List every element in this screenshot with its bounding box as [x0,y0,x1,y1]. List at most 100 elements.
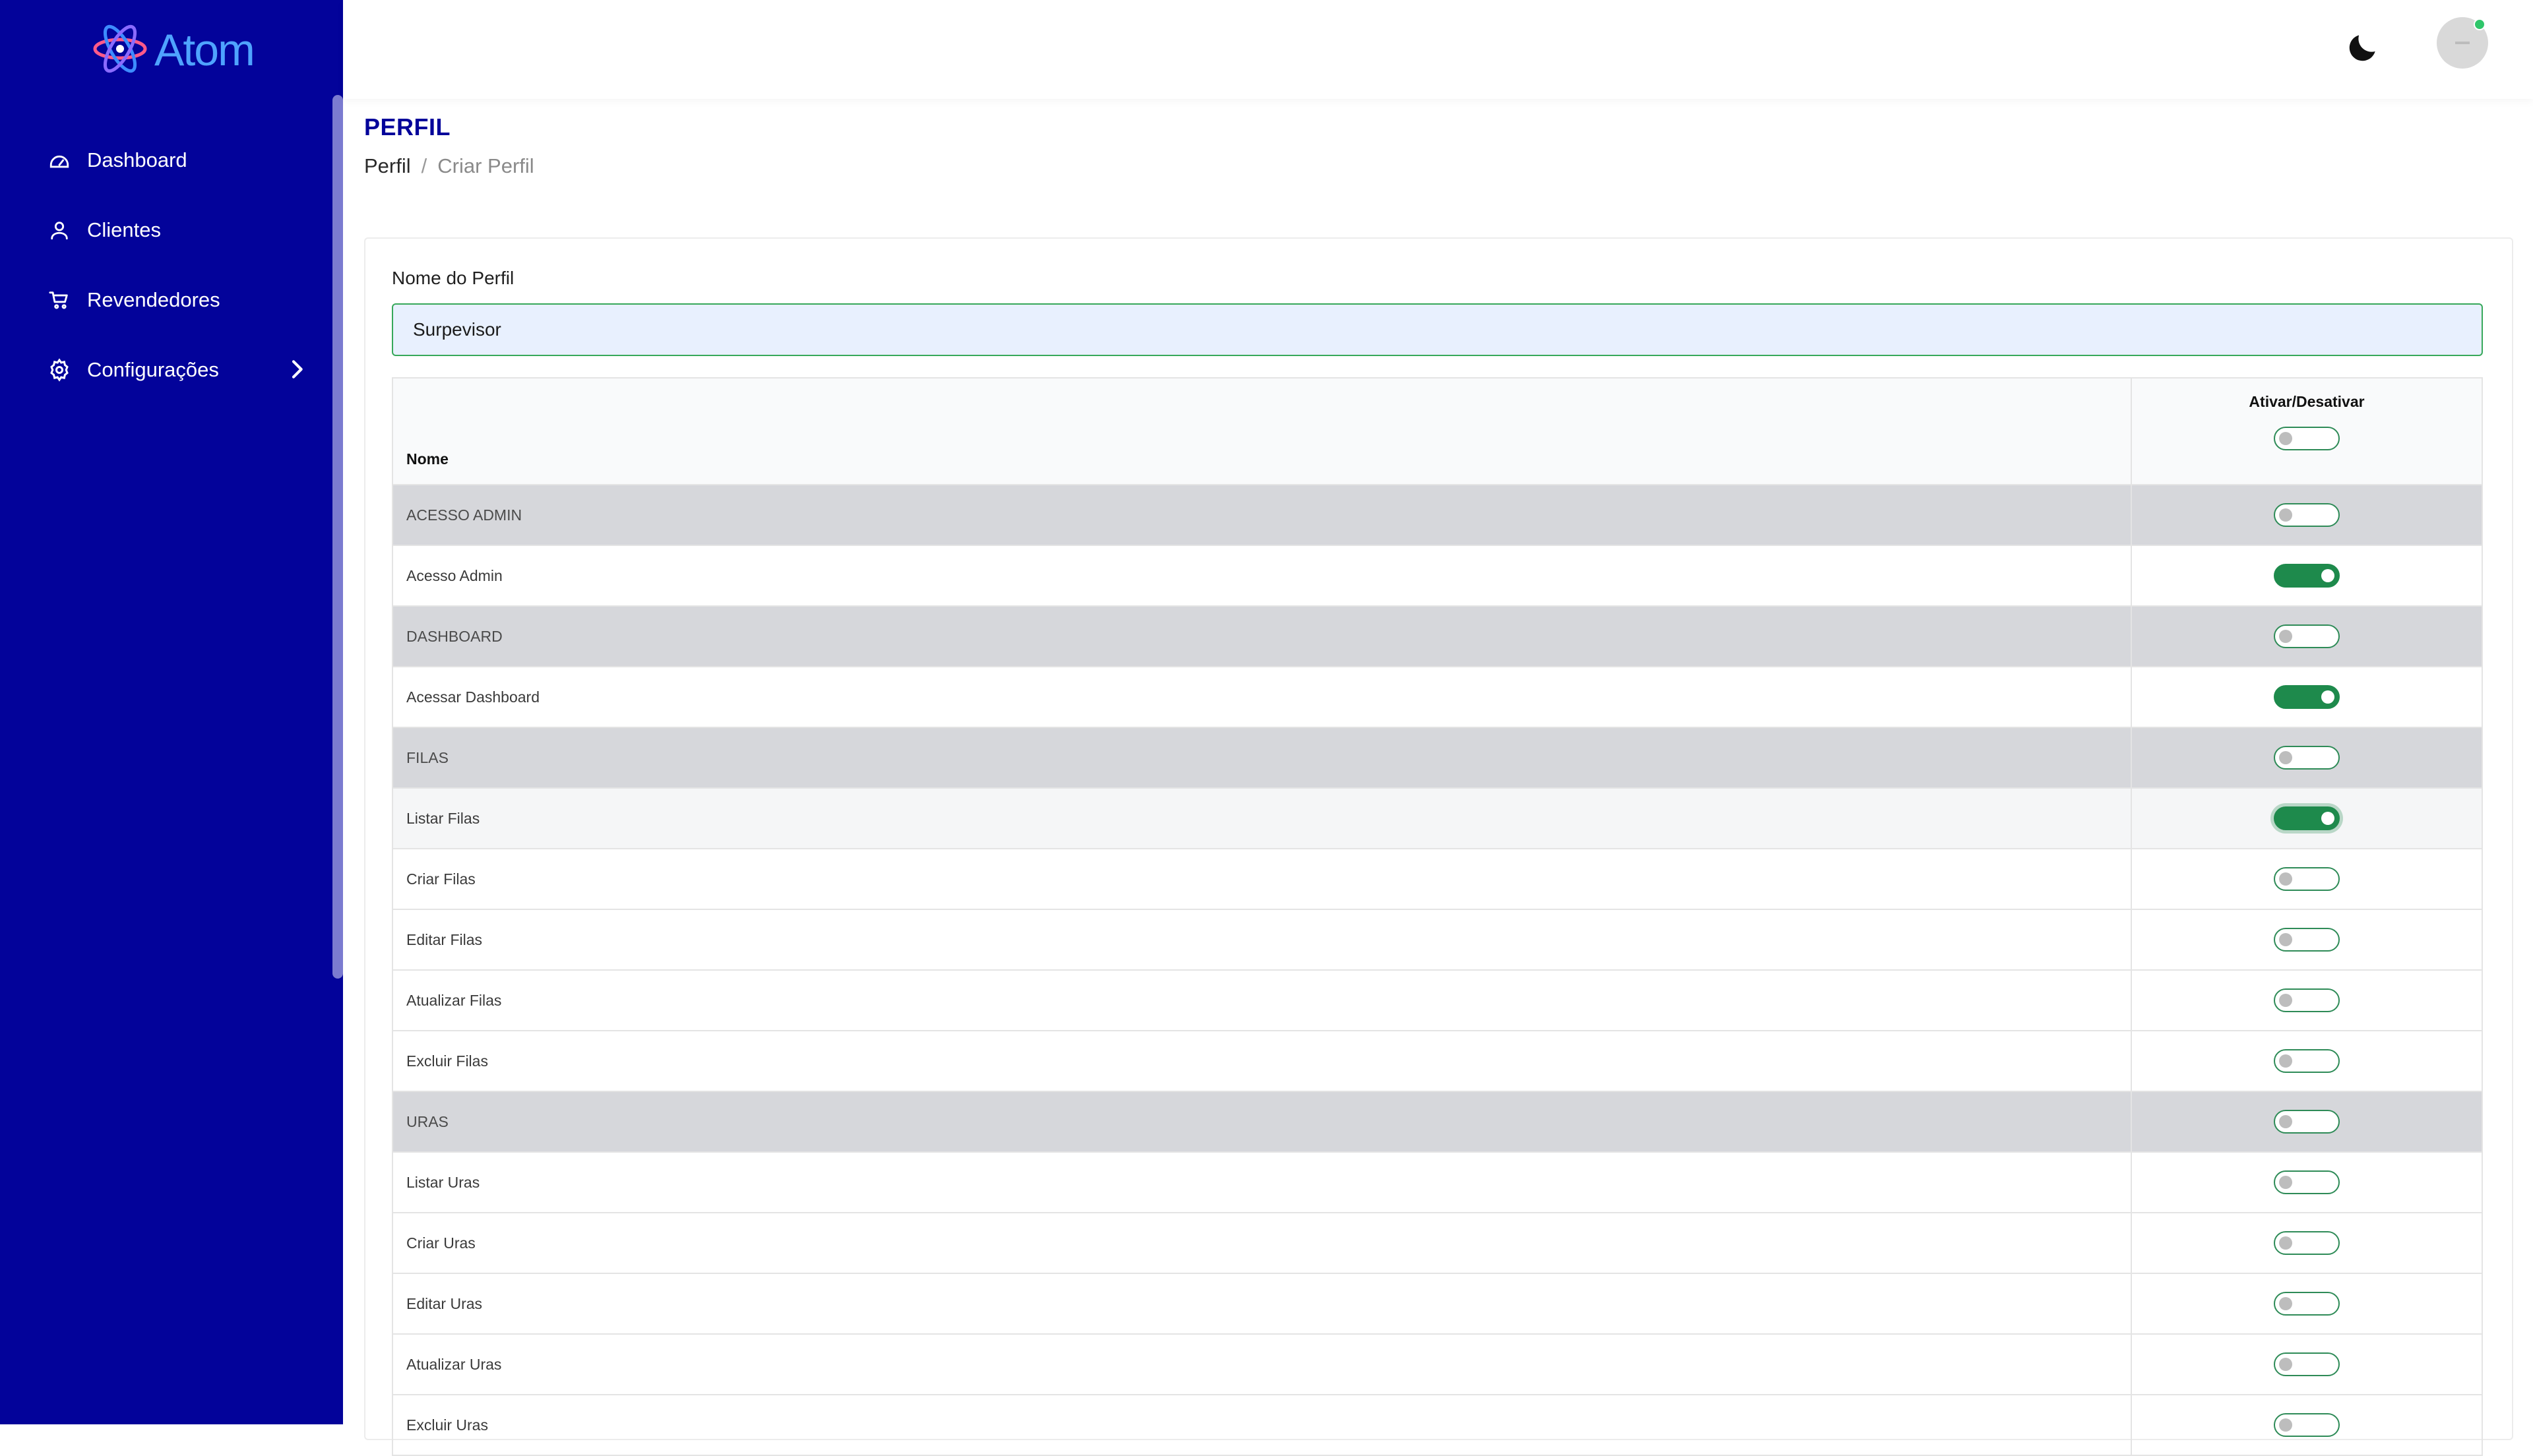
permission-group-label: URAS [392,1091,2132,1153]
moon-icon[interactable] [2344,29,2381,66]
switch-knob [2321,569,2334,582]
column-header-nome: Nome [392,377,2132,485]
profile-name-label: Nome do Perfil [392,268,515,288]
gear-icon [46,357,73,383]
table-row: Editar Filas [392,909,2483,971]
toggle-cell [2131,1212,2483,1274]
sidebar-item-label: Clientes [87,218,161,241]
table-row: Excluir Filas [392,1030,2483,1092]
switch-knob [2321,690,2334,704]
permission-label: Atualizar Filas [392,969,2132,1031]
switch-knob [2279,751,2292,764]
toggle-cell [2131,1333,2483,1395]
permission-toggle[interactable] [2274,867,2340,891]
breadcrumb-criar-perfil: Criar Perfil [437,154,534,177]
permission-toggle[interactable] [2274,1049,2340,1073]
sidebar: Atom Dashboard Clientes Revendedores Con… [0,0,343,1424]
toggle-cell [2131,484,2483,546]
switch-knob [2279,1236,2292,1250]
permission-toggle[interactable] [2274,746,2340,770]
table-group-row: URAS [392,1091,2483,1153]
permission-label: Criar Uras [392,1212,2132,1274]
sidebar-nav: Dashboard Clientes Revendedores Configur… [46,125,310,405]
switch-knob [2321,812,2334,825]
table-row: Listar Uras [392,1151,2483,1213]
toggle-cell [2131,1030,2483,1092]
online-status-indicator [2474,18,2486,30]
table-row: Criar Uras [392,1212,2483,1274]
permission-label: Acesso Admin [392,545,2132,607]
toggle-cell [2131,727,2483,789]
toggle-cell [2131,605,2483,667]
permission-toggle[interactable] [2274,564,2340,588]
toggle-cell [2131,666,2483,728]
permission-label: Listar Filas [392,787,2132,849]
permission-toggle[interactable] [2274,1110,2340,1134]
breadcrumb-separator: / [421,154,427,177]
permission-toggle[interactable] [2274,806,2340,830]
table-row: Atualizar Uras [392,1333,2483,1395]
table-group-row: DASHBOARD [392,605,2483,667]
toggle-cell [2131,1394,2483,1456]
table-row: Acesso Admin [392,545,2483,607]
permission-label: Listar Uras [392,1151,2132,1213]
permission-toggle[interactable] [2274,1413,2340,1437]
table-row: Listar Filas [392,787,2483,849]
table-row: Atualizar Filas [392,969,2483,1031]
permission-toggle[interactable] [2274,624,2340,648]
breadcrumb-perfil[interactable]: Perfil [364,154,411,177]
sidebar-item-clientes[interactable]: Clientes [46,195,310,265]
sidebar-item-label: Revendedores [87,288,220,311]
cart-icon [46,287,73,313]
sidebar-item-label: Configurações [87,358,219,381]
permission-toggle[interactable] [2274,1170,2340,1194]
permission-toggle[interactable] [2274,928,2340,952]
chevron-right-icon[interactable] [284,356,310,382]
toggle-cell [2131,1273,2483,1335]
permission-toggle[interactable] [2274,1292,2340,1316]
permission-label: Acessar Dashboard [392,666,2132,728]
permissions-table-body: ACESSO ADMIN Acesso Admin DASHBOARD Acessar… [392,484,2483,1456]
switch-knob [2279,994,2292,1007]
switch-knob [2279,508,2292,522]
permission-label: Excluir Filas [392,1030,2132,1092]
switch-knob [2279,872,2292,886]
switch-knob [2279,1297,2292,1310]
table-row: Excluir Uras [392,1394,2483,1456]
permission-toggle[interactable] [2274,503,2340,527]
permission-toggle[interactable] [2274,685,2340,709]
table-group-row: FILAS [392,727,2483,789]
permission-toggle[interactable] [2274,1352,2340,1376]
switch-knob [2279,1176,2292,1189]
switch-knob [2279,432,2292,445]
permission-group-label: DASHBOARD [392,605,2132,667]
avatar[interactable] [2437,17,2488,69]
profile-name-input[interactable] [392,303,2483,356]
sidebar-item-dashboard[interactable]: Dashboard [46,125,310,195]
avatar-placeholder [2455,42,2470,44]
page-title: PERFIL [364,113,451,140]
permission-label: Atualizar Uras [392,1333,2132,1395]
breadcrumb: Perfil / Criar Perfil [364,154,534,178]
toggle-cell [2131,909,2483,971]
sidebar-item-configuracoes[interactable]: Configurações [46,335,310,405]
toggle-all-switch[interactable] [2274,427,2340,450]
permission-label: Excluir Uras [392,1394,2132,1456]
permission-label: Editar Filas [392,909,2132,971]
switch-knob [2279,1418,2292,1432]
brand-logo[interactable]: Atom [92,22,255,78]
sidebar-item-revendedores[interactable]: Revendedores [46,265,310,335]
sidebar-item-label: Dashboard [87,148,187,171]
permission-toggle[interactable] [2274,988,2340,1012]
switch-knob [2279,933,2292,946]
column-header-toggle: Ativar/Desativar [2131,377,2483,485]
permission-group-label: ACESSO ADMIN [392,484,2132,546]
permission-toggle[interactable] [2274,1231,2340,1255]
atom-logo-icon [92,22,148,78]
profile-form-card: Nome do Perfil Nome Ativar/Desativar ACE… [364,237,2513,1456]
toggle-cell [2131,545,2483,607]
switch-knob [2279,1115,2292,1128]
column-header-toggle-label: Ativar/Desativar [2249,393,2365,410]
permission-label: Editar Uras [392,1273,2132,1335]
sidebar-scrollbar[interactable] [332,95,343,979]
